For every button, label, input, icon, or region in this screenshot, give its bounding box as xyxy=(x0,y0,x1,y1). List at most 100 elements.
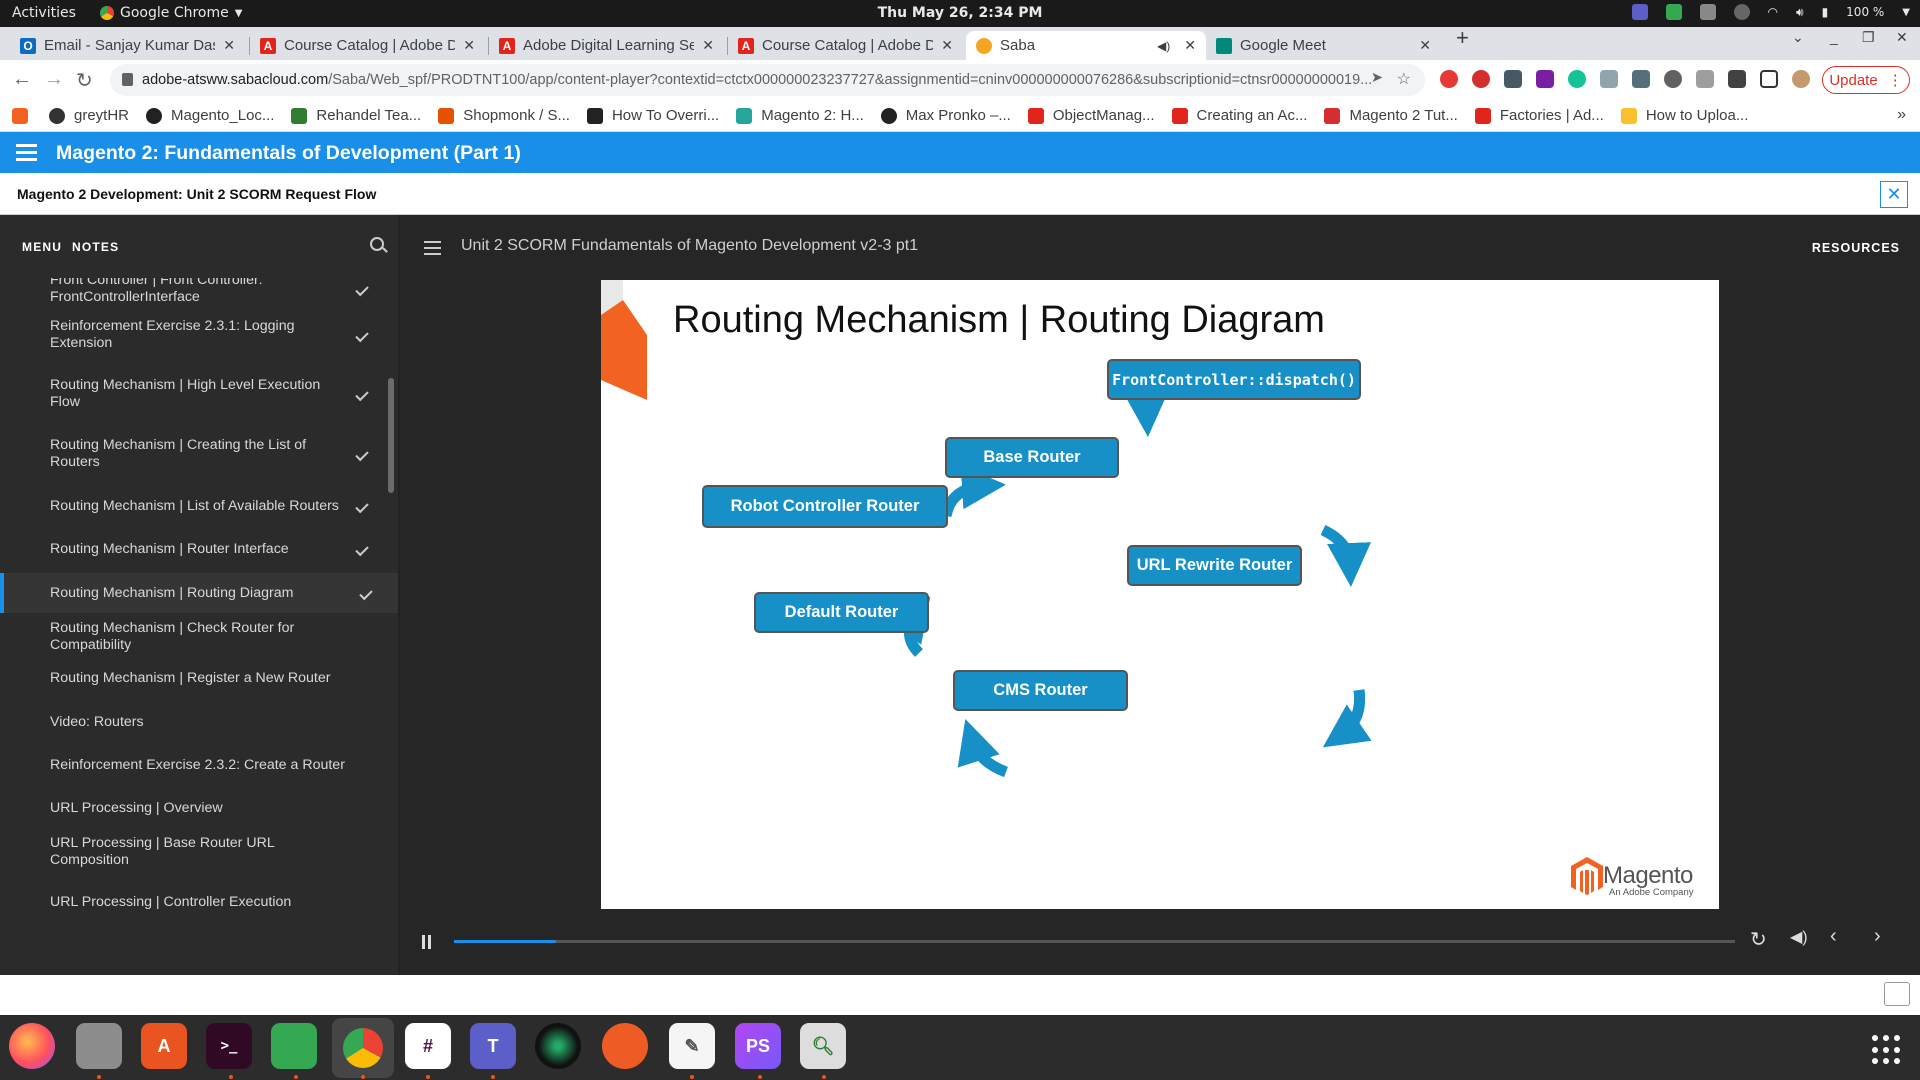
side-panel-icon[interactable] xyxy=(1760,70,1778,88)
close-icon[interactable]: ✕ xyxy=(463,37,475,54)
lesson-item[interactable]: Video: Routers xyxy=(0,701,398,743)
menu-icon[interactable] xyxy=(16,144,37,165)
tab-saba[interactable]: Saba ◀) ✕ xyxy=(966,31,1206,60)
system-tray[interactable]: ◠ 🔊︎ ▮ 100 % ▼ xyxy=(1631,4,1910,20)
bookmark-star-icon[interactable]: ☆ xyxy=(1397,69,1411,89)
tab-notes[interactable]: NOTES xyxy=(72,240,119,254)
extension-icon[interactable] xyxy=(1600,70,1618,88)
close-icon[interactable]: ✕ xyxy=(1419,37,1431,54)
puzzle-icon[interactable] xyxy=(1728,70,1746,88)
lesson-item[interactable]: URL Processing | Base Router URL Composi… xyxy=(0,831,398,873)
extension-icon[interactable] xyxy=(1632,70,1650,88)
tab-email[interactable]: O Email - Sanjay Kumar Das ✕ xyxy=(10,31,245,60)
bookmark-item[interactable]: Magento 2: H... xyxy=(736,107,864,124)
close-icon[interactable]: ✕ xyxy=(702,37,714,54)
maximize-button[interactable]: ❐ xyxy=(1862,29,1875,46)
replay-icon[interactable]: ↻ xyxy=(1750,927,1767,952)
search-icon[interactable] xyxy=(370,237,384,251)
bookmark-item[interactable]: greytHR xyxy=(49,107,129,124)
bookmark-item[interactable]: How To Overri... xyxy=(586,107,719,124)
phpstorm-icon[interactable]: PS xyxy=(735,1023,781,1069)
bookmark-item[interactable]: Factories | Ad... xyxy=(1474,107,1604,124)
bookmark-item[interactable]: Shopmonk / S... xyxy=(438,107,570,124)
next-icon[interactable]: › xyxy=(1874,925,1881,948)
bookmark-item[interactable]: Creating an Ac... xyxy=(1171,107,1307,124)
screenshot-icon[interactable]: 🔍︎ xyxy=(800,1023,846,1069)
resources-button[interactable]: RESOURCES xyxy=(1812,241,1900,255)
close-player-button[interactable]: ✕ xyxy=(1880,181,1908,208)
lesson-item[interactable]: URL Processing | Overview xyxy=(0,787,398,829)
extension-icon[interactable] xyxy=(1440,70,1458,88)
avatar[interactable] xyxy=(1792,70,1810,88)
lesson-item[interactable]: Front Controller | Front Controller: Fro… xyxy=(0,278,398,310)
volume-icon[interactable]: ◀) xyxy=(1790,927,1808,947)
chat-tray-icon[interactable] xyxy=(1665,4,1682,20)
close-icon[interactable]: ✕ xyxy=(223,37,235,54)
forward-button[interactable]: → xyxy=(44,68,64,91)
bookmarks-overflow-icon[interactable]: » xyxy=(1897,106,1906,124)
new-tab-button[interactable]: + xyxy=(1456,25,1469,51)
bookmark-magento[interactable] xyxy=(12,107,37,124)
tab-google-meet[interactable]: Google Meet ✕ xyxy=(1206,31,1441,60)
close-icon[interactable]: ✕ xyxy=(941,37,953,54)
lesson-item[interactable]: Reinforcement Exercise 2.3.1: Logging Ex… xyxy=(0,314,398,356)
grammarly-icon[interactable] xyxy=(1568,70,1586,88)
lesson-item-active[interactable]: Routing Mechanism | Routing Diagram xyxy=(0,573,398,613)
audio-playing-icon[interactable]: ◀) xyxy=(1157,39,1170,53)
tab-search-icon[interactable]: ⌄ xyxy=(1792,29,1804,46)
fullscreen-button[interactable] xyxy=(1884,982,1910,1006)
lesson-item[interactable]: Routing Mechanism | Creating the List of… xyxy=(0,433,398,475)
previous-icon[interactable]: ‹ xyxy=(1830,925,1837,948)
show-applications-icon[interactable] xyxy=(1872,1035,1902,1065)
camera-icon[interactable] xyxy=(535,1023,581,1069)
sidebar-scrollbar[interactable] xyxy=(388,378,394,493)
lesson-item[interactable]: URL Processing | Controller Execution xyxy=(0,881,398,923)
firefox-icon[interactable] xyxy=(9,1023,55,1069)
lesson-item[interactable]: Reinforcement Exercise 2.3.2: Create a R… xyxy=(0,744,398,786)
bookmark-item[interactable]: How to Uploa... xyxy=(1620,107,1748,124)
extension-icon[interactable] xyxy=(1696,70,1714,88)
software-center-icon[interactable]: A xyxy=(141,1023,187,1069)
address-bar[interactable]: adobe-atsww.sabacloud.com/Saba/Web_spf/P… xyxy=(110,64,1425,96)
share-icon[interactable]: ➤ xyxy=(1371,70,1383,86)
close-icon[interactable]: ✕ xyxy=(1184,37,1196,54)
pause-button[interactable] xyxy=(422,935,434,949)
tab-course-catalog-2[interactable]: A Course Catalog | Adobe D ✕ xyxy=(728,31,963,60)
extension-icon[interactable] xyxy=(1504,70,1522,88)
player-menu-icon[interactable] xyxy=(424,241,441,259)
bookmark-item[interactable]: Magento 2 Tut... xyxy=(1324,107,1458,124)
tab-course-catalog-1[interactable]: A Course Catalog | Adobe D ✕ xyxy=(250,31,485,60)
slack-icon[interactable]: # xyxy=(405,1023,451,1069)
minimize-button[interactable]: _ xyxy=(1830,29,1838,45)
chrome-icon[interactable] xyxy=(332,1018,394,1078)
close-window-button[interactable]: ✕ xyxy=(1896,29,1908,46)
gear-icon[interactable] xyxy=(1664,70,1682,88)
tab-adobe-learning[interactable]: A Adobe Digital Learning Se ✕ xyxy=(489,31,724,60)
progress-bar[interactable] xyxy=(454,940,1735,943)
bookmark-item[interactable]: Max Pronko –... xyxy=(880,107,1011,124)
back-button[interactable]: ← xyxy=(12,68,32,91)
teams-icon[interactable]: T xyxy=(470,1023,516,1069)
teams-tray-icon[interactable] xyxy=(1631,4,1648,20)
google-chat-icon[interactable] xyxy=(271,1023,317,1069)
lesson-item[interactable]: Routing Mechanism | High Level Execution… xyxy=(0,373,398,415)
bookmark-item[interactable]: Rehandel Tea... xyxy=(291,107,421,124)
files-icon[interactable] xyxy=(76,1023,122,1069)
terminal-icon[interactable]: >_ xyxy=(206,1023,252,1069)
update-button[interactable]: Update ⋮ xyxy=(1822,66,1910,94)
slack-tray-icon[interactable] xyxy=(1699,4,1716,20)
bookmark-item[interactable]: ObjectManag... xyxy=(1027,107,1155,124)
lesson-item[interactable]: Routing Mechanism | List of Available Ro… xyxy=(0,485,398,527)
lock-icon[interactable] xyxy=(122,73,133,86)
adblock-icon[interactable] xyxy=(1472,70,1490,88)
text-editor-icon[interactable]: ✎ xyxy=(669,1023,715,1069)
reload-button[interactable]: ↻ xyxy=(76,68,93,93)
postman-icon[interactable] xyxy=(602,1023,648,1069)
extension-icon[interactable] xyxy=(1536,70,1554,88)
lesson-item[interactable]: Routing Mechanism | Router Interface xyxy=(0,528,398,570)
tab-menu[interactable]: MENU xyxy=(22,240,62,254)
vpn-tray-icon[interactable] xyxy=(1733,4,1750,20)
bookmark-item[interactable]: Magento_Loc... xyxy=(146,107,274,124)
lesson-item[interactable]: Routing Mechanism | Check Router for Com… xyxy=(0,616,398,658)
lesson-item[interactable]: Routing Mechanism | Register a New Route… xyxy=(0,657,398,699)
